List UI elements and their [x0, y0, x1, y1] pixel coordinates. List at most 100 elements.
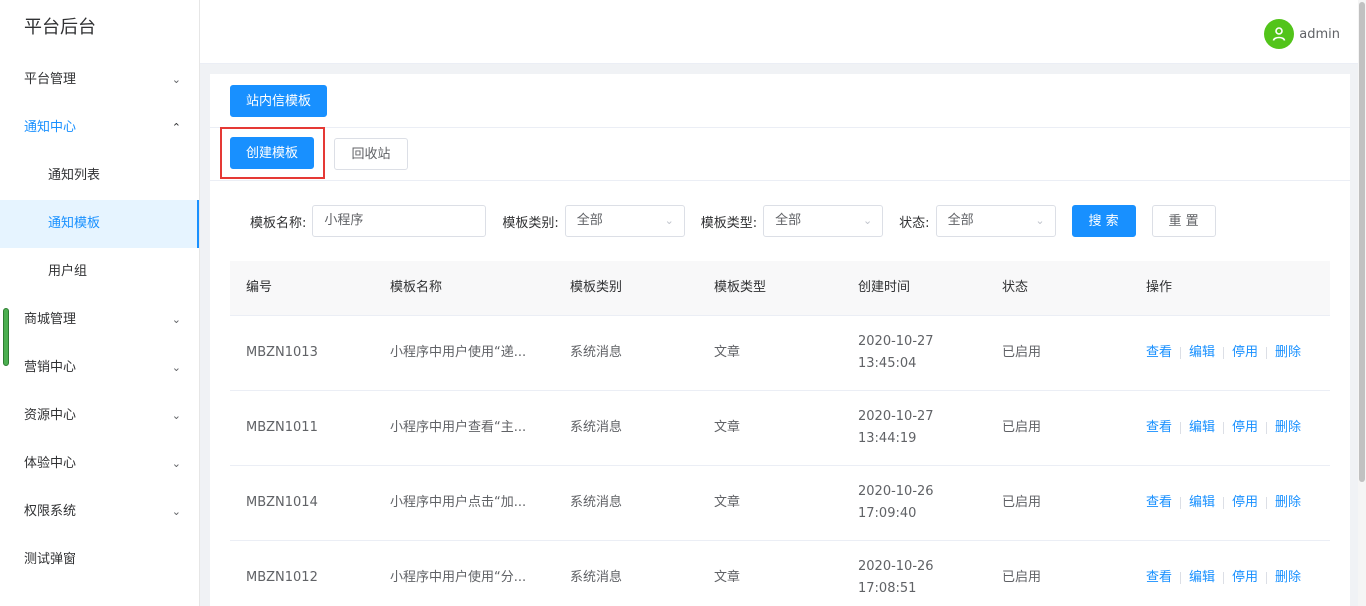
cell-id: MBZN1011 [246, 420, 318, 435]
sidebar-item-marketing[interactable]: 营销中心 ⌄ [0, 344, 199, 392]
cell-name: 小程序中用户点击“加... [390, 495, 527, 510]
sidebar-item-mall[interactable]: 商城管理 ⌄ [0, 296, 199, 344]
cell-type: 文章 [714, 345, 741, 360]
sidebar: 平台后台 平台管理 ⌄ 通知中心 ⌃ 通知列表 通知模板 用户组 商城管理 ⌄ … [0, 0, 200, 606]
cell-actions: 查看 编辑 停用 删除 [1130, 342, 1330, 364]
cell-date: 2020-10-26 [858, 484, 934, 499]
user-icon [1272, 27, 1286, 41]
disable-link[interactable]: 停用 [1232, 420, 1258, 435]
sidebar-item-label: 商城管理 [24, 312, 77, 327]
sidebar-item-platform[interactable]: 平台管理 ⌄ [0, 56, 199, 104]
column-header: 操作 [1146, 280, 1173, 295]
app-title: 平台后台 [24, 17, 96, 38]
sidebar-scroll-handle[interactable] [3, 308, 9, 366]
disable-link[interactable]: 停用 [1232, 345, 1258, 360]
sidebar-subitem-label: 通知模板 [48, 216, 101, 231]
top-header: admin [200, 0, 1366, 64]
edit-link[interactable]: 编辑 [1189, 345, 1215, 360]
scrollbar-thumb[interactable] [1359, 2, 1365, 482]
cell-category: 系统消息 [570, 495, 623, 510]
status-select[interactable]: 全部 ⌄ [935, 205, 1056, 237]
column-header: 模板名称 [390, 280, 443, 295]
tab-site-message-template[interactable]: 站内信模板 [230, 85, 328, 117]
template-type-select[interactable]: 全部 ⌄ [763, 205, 884, 237]
template-category-label: 模板类别: [502, 215, 559, 231]
cell-type: 文章 [714, 495, 741, 510]
cell-actions: 查看 编辑 停用 删除 [1130, 492, 1330, 514]
divider [1180, 496, 1182, 509]
cell-created: 2020-10-27 13:44:19 [842, 406, 986, 450]
template-name-label: 模板名称: [250, 215, 307, 231]
user-menu[interactable]: admin [1264, 19, 1340, 49]
cell-category: 系统消息 [570, 345, 623, 360]
cell-time: 17:08:51 [858, 581, 917, 596]
view-link[interactable]: 查看 [1146, 420, 1172, 435]
disable-link[interactable]: 停用 [1232, 570, 1258, 585]
table-row: MBZN1013 小程序中用户使用“递... 系统消息 文章 2020-10-2… [230, 316, 1330, 391]
table-header: 编号 模板名称 模板类别 模板类型 创建时间 状态 操作 [230, 261, 1330, 316]
sidebar-item-notification[interactable]: 通知中心 ⌃ [0, 104, 199, 152]
view-link[interactable]: 查看 [1146, 570, 1172, 585]
sidebar-subitem-label: 用户组 [48, 264, 88, 279]
status-value: 全部 [947, 213, 974, 228]
divider [1266, 421, 1268, 434]
sidebar-item-resource[interactable]: 资源中心 ⌄ [0, 392, 199, 440]
cell-created: 2020-10-26 17:08:51 [842, 556, 986, 600]
edit-link[interactable]: 编辑 [1189, 420, 1215, 435]
sidebar-item-experience[interactable]: 体验中心 ⌄ [0, 440, 199, 488]
sidebar-subitem-user-group[interactable]: 用户组 [0, 248, 199, 296]
divider [1180, 346, 1182, 359]
edit-link[interactable]: 编辑 [1189, 495, 1215, 510]
disable-link[interactable]: 停用 [1232, 495, 1258, 510]
divider [1223, 421, 1225, 434]
sidebar-item-label: 权限系统 [24, 504, 77, 519]
delete-link[interactable]: 删除 [1275, 345, 1301, 360]
column-header: 创建时间 [858, 280, 911, 295]
edit-link[interactable]: 编辑 [1189, 570, 1215, 585]
reset-button[interactable]: 重 置 [1151, 205, 1216, 237]
cell-time: 13:45:04 [858, 356, 917, 371]
view-link[interactable]: 查看 [1146, 495, 1172, 510]
delete-link[interactable]: 删除 [1275, 495, 1301, 510]
cell-time: 13:44:19 [858, 431, 917, 446]
template-category-value: 全部 [576, 213, 603, 228]
view-link[interactable]: 查看 [1146, 345, 1172, 360]
sidebar-item-label: 营销中心 [24, 360, 77, 375]
cell-date: 2020-10-27 [858, 409, 934, 424]
divider [1223, 496, 1225, 509]
delete-link[interactable]: 删除 [1275, 420, 1301, 435]
create-template-button[interactable]: 创建模板 [230, 137, 315, 169]
cell-type: 文章 [714, 570, 741, 585]
sidebar-subitem-notice-list[interactable]: 通知列表 [0, 152, 199, 200]
sidebar-item-test-popup[interactable]: 测试弹窗 [0, 536, 199, 584]
column-header: 编号 [246, 280, 273, 295]
username: admin [1299, 26, 1340, 42]
cell-status: 已启用 [1002, 345, 1042, 360]
template-name-input[interactable]: 小程序 [312, 205, 487, 237]
sidebar-item-label: 测试弹窗 [24, 552, 77, 567]
recycle-bin-button[interactable]: 回收站 [334, 138, 408, 170]
page-scrollbar[interactable] [1358, 0, 1366, 606]
chevron-down-icon: ⌄ [171, 313, 181, 326]
status-label: 状态: [899, 215, 930, 231]
divider [210, 180, 1350, 181]
template-category-select[interactable]: 全部 ⌄ [564, 205, 685, 237]
cell-name: 小程序中用户使用“递... [390, 345, 527, 360]
chevron-down-icon: ⌄ [664, 214, 674, 227]
filter-bar: 模板名称: 小程序 模板类别: 全部 ⌄ 模板类型: 全部 ⌄ 状态: 全部 ⌄… [250, 205, 1216, 237]
divider [1266, 496, 1268, 509]
chevron-down-icon: ⌄ [171, 361, 181, 374]
delete-link[interactable]: 删除 [1275, 570, 1301, 585]
sidebar-item-permission[interactable]: 权限系统 ⌄ [0, 488, 199, 536]
divider [1223, 346, 1225, 359]
table-row: MBZN1014 小程序中用户点击“加... 系统消息 文章 2020-10-2… [230, 466, 1330, 541]
chevron-down-icon: ⌄ [171, 457, 181, 470]
divider [1266, 571, 1268, 584]
sidebar-item-label: 平台管理 [24, 72, 77, 87]
sidebar-subitem-label: 通知列表 [48, 168, 101, 183]
search-button[interactable]: 搜 索 [1071, 205, 1136, 237]
chevron-down-icon: ⌄ [171, 505, 181, 518]
cell-date: 2020-10-26 [858, 559, 934, 574]
sidebar-subitem-notice-template[interactable]: 通知模板 [0, 200, 199, 248]
cell-status: 已启用 [1002, 495, 1042, 510]
